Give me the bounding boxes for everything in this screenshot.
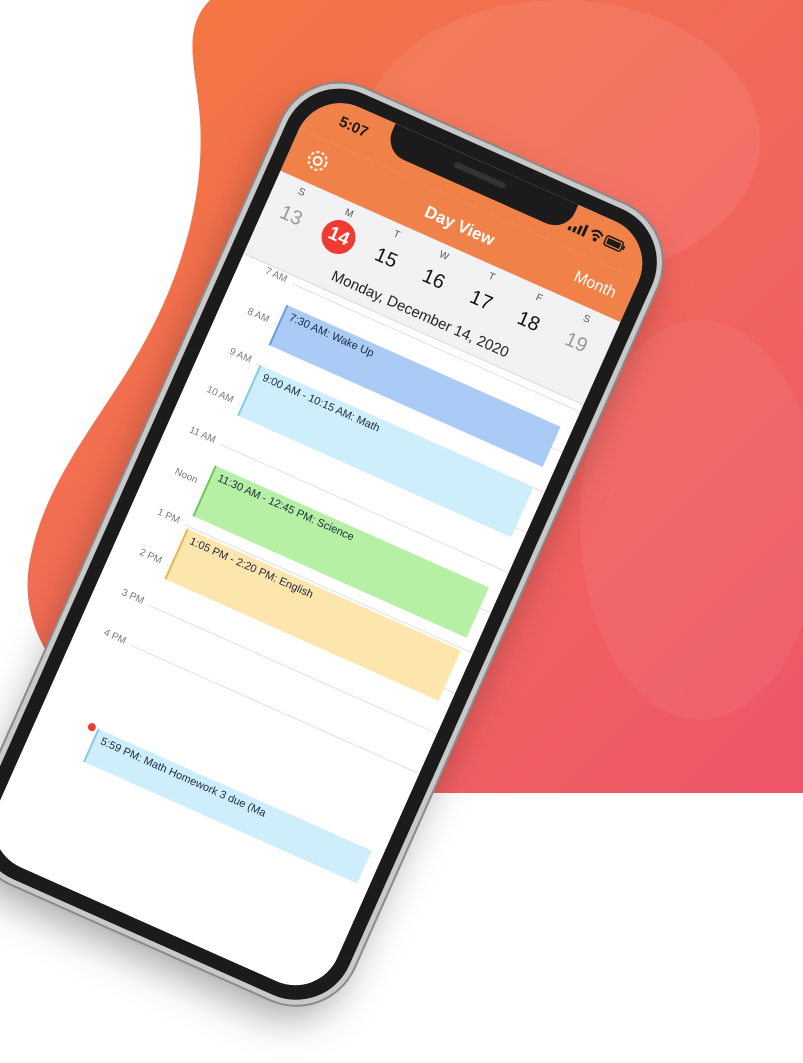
battery-icon <box>603 235 626 252</box>
event-label: 5:59 PM: Math Homework 3 due (Ma <box>98 735 268 820</box>
wifi-icon <box>591 229 604 242</box>
status-time: 5:07 <box>336 113 371 142</box>
status-icons <box>567 218 628 255</box>
speaker <box>453 161 507 190</box>
signal-icon <box>567 224 589 237</box>
